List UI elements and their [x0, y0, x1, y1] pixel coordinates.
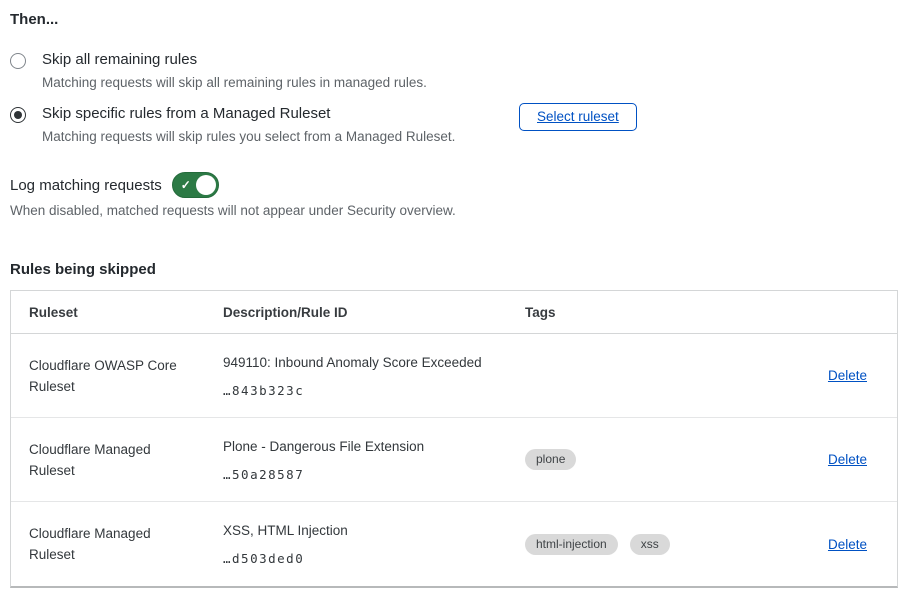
option-label: Skip specific rules from a Managed Rules… [42, 104, 455, 124]
option-description: Matching requests will skip rules you se… [42, 128, 455, 146]
column-header-tags: Tags [525, 305, 745, 320]
table-header-row: Ruleset Description/Rule ID Tags [11, 291, 897, 334]
radio-skip-specific[interactable] [10, 107, 26, 123]
delete-rule-link[interactable]: Delete [828, 537, 867, 552]
column-header-description: Description/Rule ID [223, 305, 525, 320]
ruleset-name: Cloudflare Managed Ruleset [11, 523, 223, 565]
tag-badge: html-injection [525, 534, 618, 555]
radio-skip-all-remaining[interactable] [10, 53, 26, 69]
rule-id: …843b323c [223, 383, 505, 398]
toggle-knob [196, 175, 216, 195]
tag-badge: xss [630, 534, 670, 555]
check-icon: ✓ [181, 179, 191, 191]
option-skip-specific-rules: Skip specific rules from a Managed Rules… [10, 104, 455, 146]
delete-rule-link[interactable]: Delete [828, 368, 867, 383]
column-header-ruleset: Ruleset [11, 302, 223, 323]
log-toggle-label: Log matching requests [10, 177, 162, 194]
waf-rule-config-page: Then... Skip all remaining rules Matchin… [0, 0, 911, 614]
ruleset-name: Cloudflare OWASP Core Ruleset [11, 355, 223, 397]
rule-id: …d503ded0 [223, 551, 505, 566]
option-description: Matching requests will skip all remainin… [42, 74, 427, 92]
log-toggle-switch[interactable]: ✓ [172, 172, 219, 198]
delete-rule-link[interactable]: Delete [828, 452, 867, 467]
rule-description: 949110: Inbound Anomaly Score Exceeded [223, 354, 505, 372]
then-section-title: Then... [10, 11, 58, 28]
rule-tags: html-injection xss [525, 534, 745, 555]
select-ruleset-button[interactable]: Select ruleset [519, 103, 637, 131]
ruleset-name: Cloudflare Managed Ruleset [11, 439, 223, 481]
table-row: Cloudflare Managed Ruleset Plone - Dange… [11, 418, 897, 502]
log-matching-requests-row: Log matching requests ✓ [10, 172, 219, 198]
tag-badge: plone [525, 449, 576, 470]
rules-being-skipped-table: Ruleset Description/Rule ID Tags Cloudfl… [10, 290, 898, 588]
rules-being-skipped-title: Rules being skipped [10, 261, 156, 278]
rule-tags: plone [525, 449, 745, 470]
rule-id: …50a28587 [223, 467, 505, 482]
option-skip-all-remaining-rules: Skip all remaining rules Matching reques… [10, 50, 427, 92]
option-label: Skip all remaining rules [42, 50, 427, 70]
log-toggle-description: When disabled, matched requests will not… [10, 203, 456, 218]
table-row: Cloudflare OWASP Core Ruleset 949110: In… [11, 334, 897, 418]
rule-description: XSS, HTML Injection [223, 522, 505, 540]
table-row: Cloudflare Managed Ruleset XSS, HTML Inj… [11, 502, 897, 586]
rule-description: Plone - Dangerous File Extension [223, 438, 505, 456]
